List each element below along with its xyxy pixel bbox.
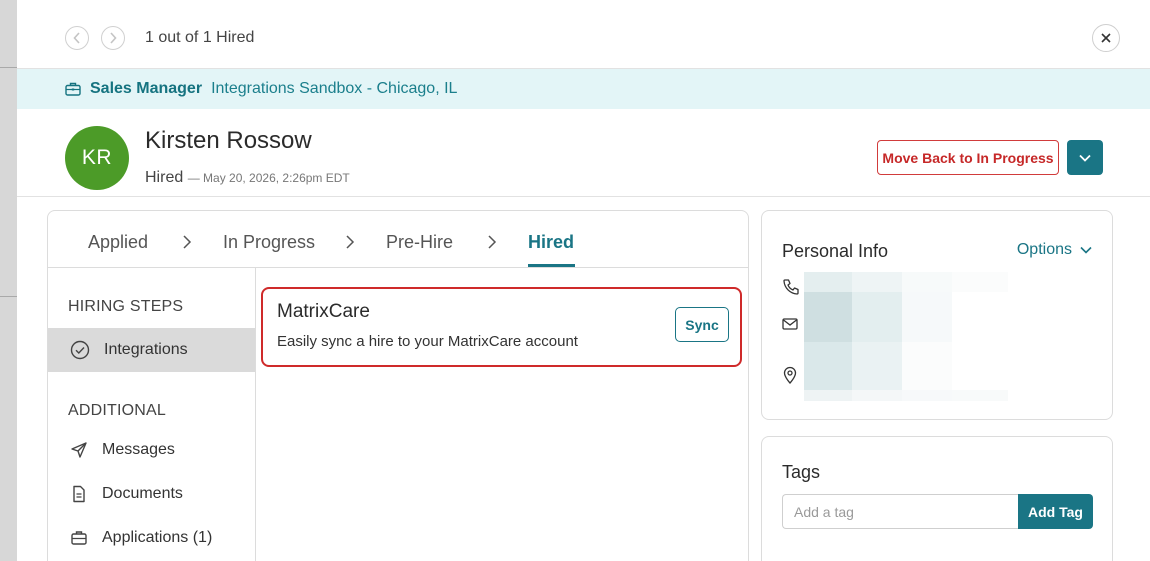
page-backdrop bbox=[0, 0, 17, 561]
backdrop-divider bbox=[0, 296, 17, 297]
job-location-link[interactable]: Integrations Sandbox - Chicago, IL bbox=[211, 80, 457, 98]
send-icon bbox=[71, 442, 87, 458]
chevron-down-icon bbox=[1079, 154, 1091, 162]
hiring-steps-heading: HIRING STEPS bbox=[68, 298, 184, 315]
integration-title: MatrixCare bbox=[277, 301, 370, 322]
sidebar-item-label: Documents bbox=[102, 485, 183, 502]
briefcase-icon bbox=[65, 82, 81, 96]
job-bar: Sales Manager Integrations Sandbox - Chi… bbox=[17, 69, 1150, 109]
hiring-sidebar: HIRING STEPS Integrations ADDITIONAL Mes… bbox=[48, 268, 256, 561]
redacted-contact-details bbox=[804, 272, 1008, 401]
header-divider bbox=[17, 196, 1150, 197]
personal-info-heading: Personal Info bbox=[782, 241, 889, 261]
options-label: Options bbox=[1016, 241, 1072, 258]
chevron-right-icon bbox=[183, 235, 192, 249]
tag-input[interactable] bbox=[782, 494, 1019, 529]
candidate-counter: 1 out of 1 Hired bbox=[145, 29, 255, 46]
options-dropdown[interactable]: Options bbox=[1017, 241, 1092, 259]
additional-heading: ADDITIONAL bbox=[68, 402, 167, 419]
tags-heading: Tags bbox=[782, 462, 821, 482]
integration-description: Easily sync a hire to your MatrixCare ac… bbox=[277, 333, 578, 350]
sidebar-item-label: Applications (1) bbox=[102, 529, 213, 546]
candidate-panel: 1 out of 1 Hired Sales Manager Integrati… bbox=[17, 0, 1150, 561]
stage-tabs: Applied In Progress Pre-Hire Hired bbox=[48, 211, 748, 268]
sidebar-item-label: Integrations bbox=[104, 341, 188, 358]
avatar: KR bbox=[65, 126, 129, 190]
close-button[interactable] bbox=[1092, 24, 1120, 52]
tab-pre-hire[interactable]: Pre-Hire bbox=[386, 232, 453, 253]
location-pin-icon bbox=[783, 366, 797, 384]
chevron-right-icon bbox=[346, 235, 355, 249]
sidebar-item-label: Messages bbox=[102, 441, 175, 458]
status-label: Hired bbox=[145, 169, 184, 186]
sync-button[interactable]: Sync bbox=[675, 307, 729, 342]
briefcase-icon bbox=[71, 531, 87, 545]
panel-topbar: 1 out of 1 Hired bbox=[17, 0, 1150, 69]
sidebar-item-integrations[interactable]: Integrations bbox=[48, 328, 255, 372]
personal-info-card: Personal Info Options bbox=[761, 210, 1113, 420]
add-tag-button[interactable]: Add Tag bbox=[1018, 494, 1093, 529]
email-icon bbox=[782, 318, 798, 330]
move-back-button[interactable]: Move Back to In Progress bbox=[877, 140, 1059, 175]
chevron-left-icon bbox=[73, 32, 80, 44]
sidebar-item-messages[interactable]: Messages bbox=[48, 428, 255, 472]
tab-applied[interactable]: Applied bbox=[88, 232, 148, 253]
job-title-link[interactable]: Sales Manager bbox=[90, 80, 202, 98]
chevron-right-icon bbox=[110, 32, 117, 44]
phone-icon bbox=[783, 279, 799, 295]
hiring-card: Applied In Progress Pre-Hire Hired HIRIN… bbox=[47, 210, 749, 561]
candidate-name: Kirsten Rossow bbox=[145, 127, 312, 154]
close-icon bbox=[1101, 33, 1111, 43]
active-tab-indicator bbox=[528, 264, 575, 267]
next-candidate-button[interactable] bbox=[101, 26, 125, 50]
tab-in-progress[interactable]: In Progress bbox=[223, 232, 315, 253]
sidebar-item-applications[interactable]: Applications (1) bbox=[48, 516, 255, 560]
tags-card: Tags Add Tag bbox=[761, 436, 1113, 561]
actions-dropdown-button[interactable] bbox=[1067, 140, 1103, 175]
status-date: — May 20, 2026, 2:26pm EDT bbox=[187, 171, 350, 185]
sidebar-item-documents[interactable]: Documents bbox=[48, 472, 255, 516]
chevron-down-icon bbox=[1080, 246, 1092, 254]
document-icon bbox=[73, 485, 85, 503]
tab-hired[interactable]: Hired bbox=[528, 232, 574, 253]
candidate-status: Hired — May 20, 2026, 2:26pm EDT bbox=[145, 169, 350, 187]
integration-card-matrixcare: MatrixCare Easily sync a hire to your Ma… bbox=[261, 287, 742, 367]
previous-candidate-button[interactable] bbox=[65, 26, 89, 50]
check-circle-icon bbox=[70, 340, 90, 360]
chevron-right-icon bbox=[488, 235, 497, 249]
backdrop-divider bbox=[0, 67, 17, 68]
